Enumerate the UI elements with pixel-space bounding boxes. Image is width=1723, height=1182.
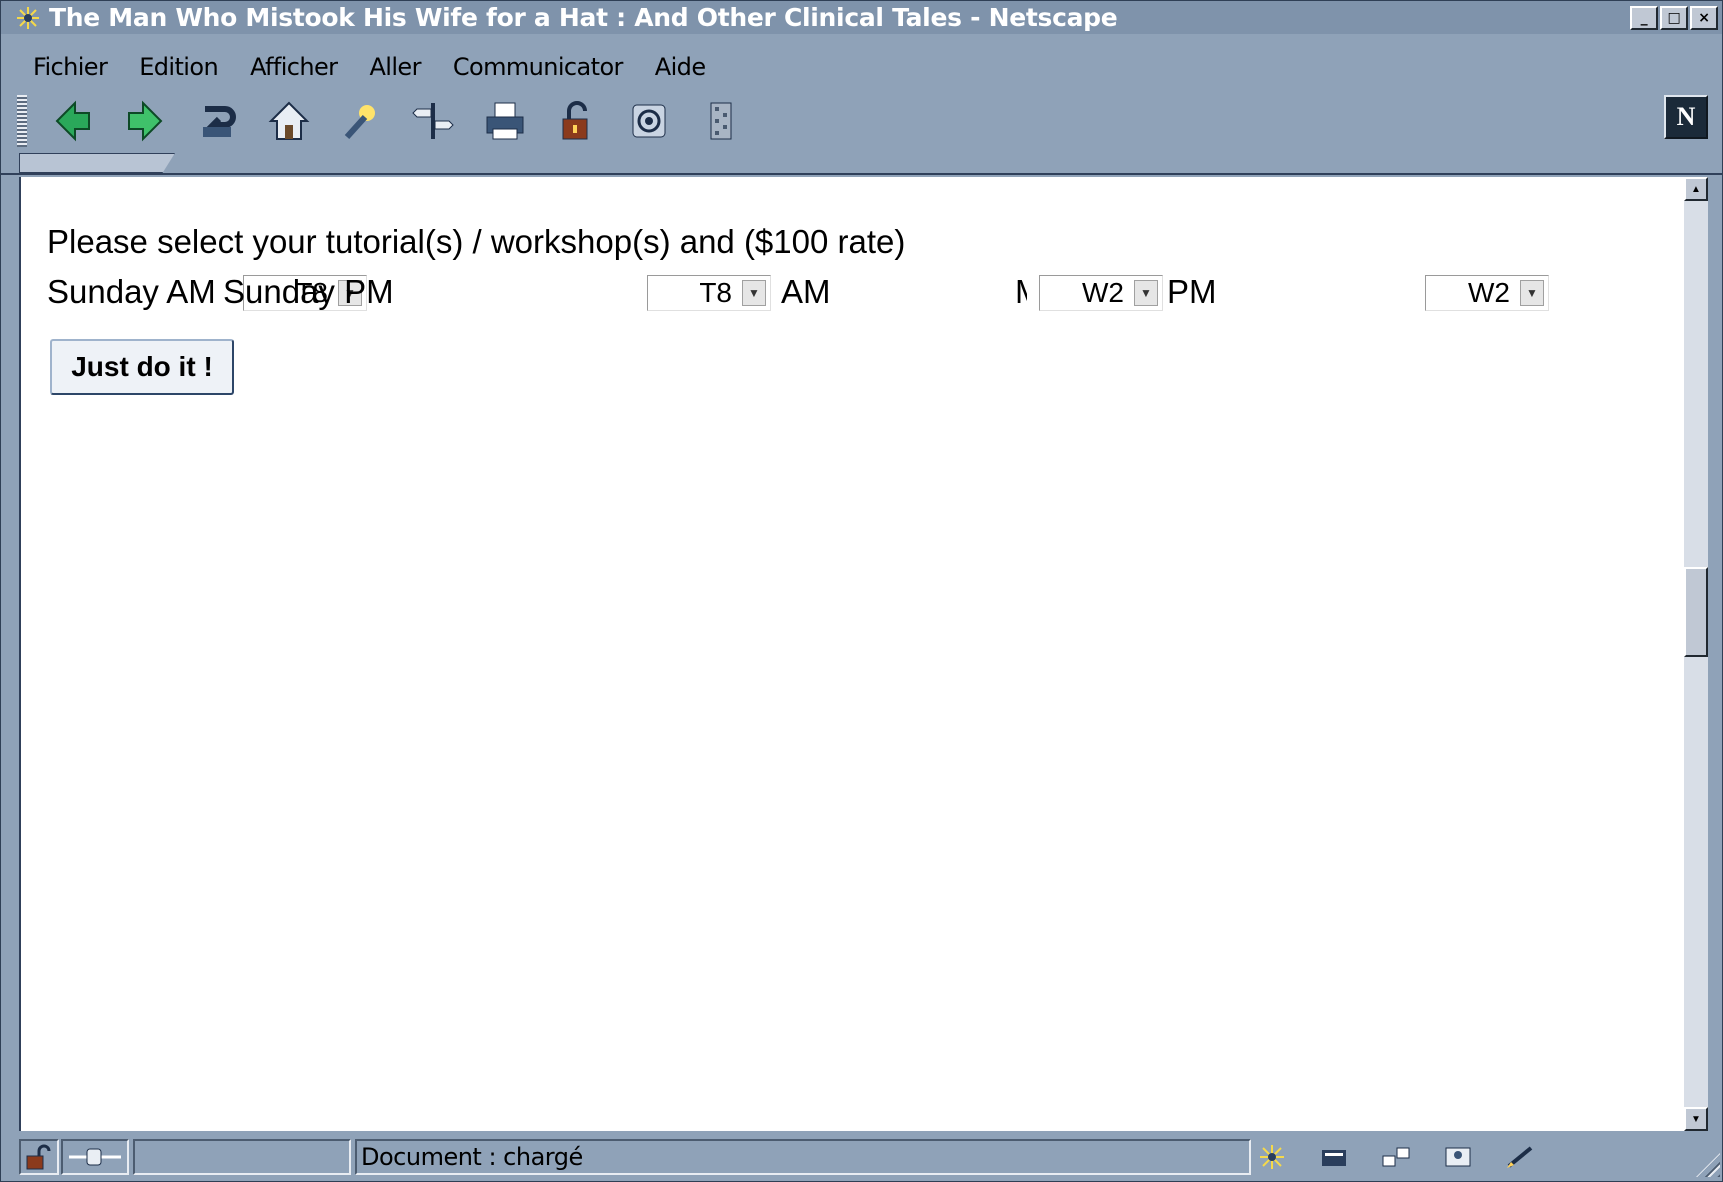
- title-bar[interactable]: The Man Who Mistook His Wife for a Hat :…: [1, 1, 1722, 34]
- monday-prefix-label: M: [1015, 273, 1027, 311]
- back-icon: [55, 100, 90, 142]
- navigator-icon[interactable]: [1255, 1143, 1289, 1171]
- monday-am-label: AM: [781, 273, 831, 310]
- netscape-logo-letter: N: [1676, 102, 1696, 131]
- component-bar: [1255, 1143, 1537, 1171]
- security-button[interactable]: [551, 95, 603, 147]
- newsgroups-icon[interactable]: [1379, 1143, 1413, 1171]
- reload-icon: [203, 106, 236, 137]
- chevron-down-icon: ▼: [1520, 280, 1544, 306]
- forward-button[interactable]: [119, 95, 171, 147]
- address-book-icon[interactable]: [1441, 1143, 1475, 1171]
- sunday-pm-select[interactable]: T8 ▼: [647, 275, 771, 311]
- scroll-up-icon: ▲: [1691, 183, 1701, 195]
- security-icon: [562, 101, 588, 140]
- connection-status[interactable]: [61, 1139, 129, 1175]
- home-icon: [268, 101, 310, 140]
- minimize-icon: _: [1640, 9, 1648, 26]
- page-content: Please select your tutorial(s) / worksho…: [19, 177, 1684, 1131]
- forward-icon: [128, 100, 163, 142]
- guide-icon: [412, 103, 454, 139]
- menu-aller[interactable]: Aller: [367, 53, 422, 81]
- session-selection-row: Sunday AM T8 ▼ Sunday PM T8 ▼ AM M W2 ▼ …: [47, 273, 1667, 313]
- personal-toolbar-tabs: [1, 153, 1722, 175]
- scroll-down-icon: ▼: [1691, 1113, 1701, 1125]
- chevron-down-icon: ▼: [1134, 280, 1158, 306]
- menu-edition[interactable]: Edition: [137, 53, 220, 81]
- menu-bar: Fichier Edition Afficher Aller Communica…: [1, 49, 1722, 85]
- status-text-panel: Document : chargé: [355, 1139, 1251, 1175]
- composer-icon[interactable]: [1503, 1143, 1537, 1171]
- progress-bar: [133, 1139, 351, 1175]
- close-button[interactable]: ×: [1690, 5, 1718, 30]
- home-button[interactable]: [263, 95, 315, 147]
- close-icon: ×: [1698, 9, 1710, 26]
- menu-communicator[interactable]: Communicator: [451, 53, 625, 81]
- mail-icon[interactable]: [1317, 1143, 1351, 1171]
- status-text: Document : chargé: [361, 1143, 583, 1171]
- shop-button[interactable]: [623, 95, 675, 147]
- reload-button[interactable]: [191, 95, 243, 147]
- monday-pm-label: PM: [1167, 273, 1217, 310]
- maximize-icon: □: [1667, 9, 1681, 26]
- scroll-thumb[interactable]: [1684, 567, 1708, 657]
- maximize-button[interactable]: □: [1660, 5, 1688, 30]
- sunday-pm-value: T8: [699, 277, 732, 308]
- search-button[interactable]: [335, 95, 387, 147]
- menu-fichier[interactable]: Fichier: [31, 53, 109, 81]
- scroll-up-button[interactable]: ▲: [1684, 177, 1708, 201]
- shop-icon: [632, 104, 666, 138]
- submit-button[interactable]: Just do it !: [50, 339, 234, 395]
- unlocked-padlock-icon: [26, 1144, 51, 1170]
- vertical-scrollbar[interactable]: ▲ ▼: [1684, 177, 1708, 1131]
- print-icon: [486, 102, 524, 140]
- menu-afficher[interactable]: Afficher: [248, 53, 339, 81]
- status-bar: Document : chargé: [1, 1135, 1722, 1181]
- page-heading: Please select your tutorial(s) / worksho…: [47, 223, 906, 260]
- sunday-am-label: Sunday AM: [47, 273, 216, 310]
- window-title: The Man Who Mistook His Wife for a Hat :…: [49, 3, 1118, 32]
- monday-pm-select[interactable]: W2 ▼: [1425, 275, 1549, 311]
- monday-am-value: W2: [1082, 277, 1124, 308]
- stop-icon: [710, 102, 732, 140]
- plug-icon: [69, 1148, 121, 1166]
- collapsed-toolbar-tab[interactable]: [19, 153, 175, 173]
- scroll-down-button[interactable]: ▼: [1684, 1107, 1708, 1131]
- netscape-logo[interactable]: N: [1664, 95, 1708, 139]
- print-button[interactable]: [479, 95, 531, 147]
- search-icon: [344, 105, 375, 140]
- chevron-down-icon: ▼: [742, 280, 766, 306]
- stop-button[interactable]: [695, 95, 747, 147]
- resize-grip[interactable]: [1696, 1153, 1720, 1177]
- monday-pm-value: W2: [1468, 277, 1510, 308]
- back-button[interactable]: [47, 95, 99, 147]
- sunday-pm-label: Sunday PM: [223, 273, 394, 310]
- security-status[interactable]: [19, 1139, 59, 1175]
- netscape-app-icon: [15, 5, 41, 31]
- browser-window: The Man Who Mistook His Wife for a Hat :…: [0, 0, 1723, 1182]
- minimize-button[interactable]: _: [1630, 5, 1658, 30]
- menu-aide[interactable]: Aide: [653, 53, 708, 81]
- toolbar-grip[interactable]: [17, 95, 27, 147]
- navigation-toolbar: N: [1, 89, 1722, 153]
- monday-am-select[interactable]: W2 ▼: [1039, 275, 1163, 311]
- guide-button[interactable]: [407, 95, 459, 147]
